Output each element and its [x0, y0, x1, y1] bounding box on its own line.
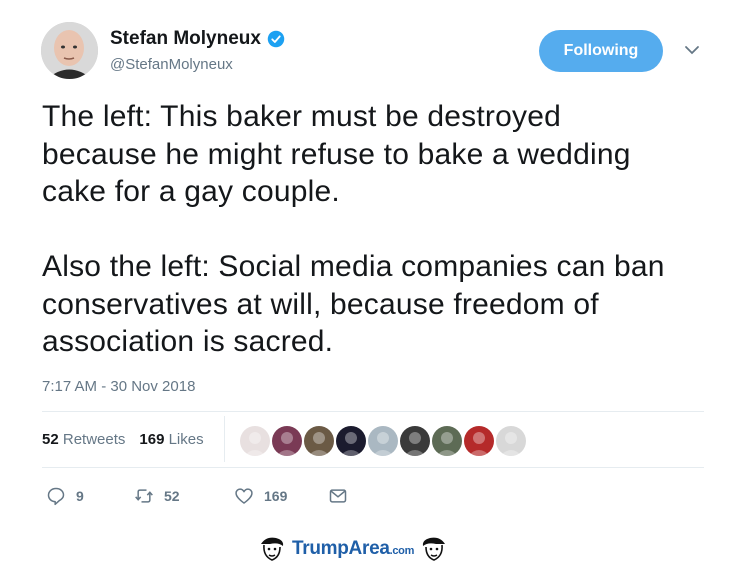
liker-avatar-4[interactable]: [336, 426, 366, 456]
site-brand-name: TrumpArea: [292, 538, 390, 559]
likes-count: 169: [139, 431, 165, 448]
liker-avatar-2[interactable]: [272, 426, 302, 456]
retweets-count: 52: [42, 431, 59, 448]
retweets-label: Retweets: [62, 431, 126, 448]
liker-avatar-3[interactable]: [304, 426, 334, 456]
liker-avatar-9[interactable]: [496, 426, 526, 456]
retweet-action[interactable]: 52: [134, 486, 234, 506]
stats-separator: [224, 416, 225, 462]
author-name[interactable]: Stefan Molyneux: [110, 28, 261, 50]
verified-badge-icon: [267, 30, 285, 48]
liker-avatar-8[interactable]: [464, 426, 494, 456]
like-action[interactable]: 169: [234, 486, 328, 506]
tweet-actions: 9 52 169: [46, 486, 348, 506]
liker-avatar-5[interactable]: [368, 426, 398, 456]
liker-avatar-1[interactable]: [240, 426, 270, 456]
retweets-stat[interactable]: 52 Retweets: [42, 431, 125, 448]
reply-icon: [47, 487, 65, 506]
tweet-stats: 52 Retweets 169 Likes: [42, 431, 204, 448]
like-count: 169: [264, 488, 288, 504]
reply-count: 9: [76, 488, 84, 504]
heart-icon: [235, 488, 253, 504]
liker-avatar-6[interactable]: [400, 426, 430, 456]
liker-avatars: [240, 426, 526, 456]
chevron-down-icon[interactable]: [684, 44, 700, 56]
site-watermark: TrumpArea.com: [258, 536, 448, 562]
site-brand-suffix: .com: [389, 545, 415, 557]
following-button[interactable]: Following: [539, 30, 663, 72]
retweet-count: 52: [164, 488, 180, 504]
author-name-row[interactable]: Stefan Molyneux: [110, 28, 285, 50]
divider: [42, 467, 704, 468]
tweet-text: The left: This baker must be destroyed b…: [42, 100, 665, 358]
liker-avatar-7[interactable]: [432, 426, 462, 456]
retweet-icon: [135, 489, 153, 503]
likes-label: Likes: [168, 431, 204, 448]
caricature-face-icon: [422, 537, 446, 561]
message-action[interactable]: [328, 486, 348, 506]
divider: [42, 411, 704, 412]
reply-action[interactable]: 9: [46, 486, 134, 506]
author-avatar[interactable]: [41, 22, 98, 79]
site-brand: TrumpArea.com: [292, 538, 414, 560]
tweet-timestamp[interactable]: 7:17 AM - 30 Nov 2018: [42, 378, 195, 395]
envelope-icon: [329, 489, 347, 503]
likes-stat[interactable]: 169 Likes: [139, 431, 203, 448]
author-handle[interactable]: @StefanMolyneux: [110, 56, 233, 73]
caricature-face-icon: [261, 537, 284, 561]
